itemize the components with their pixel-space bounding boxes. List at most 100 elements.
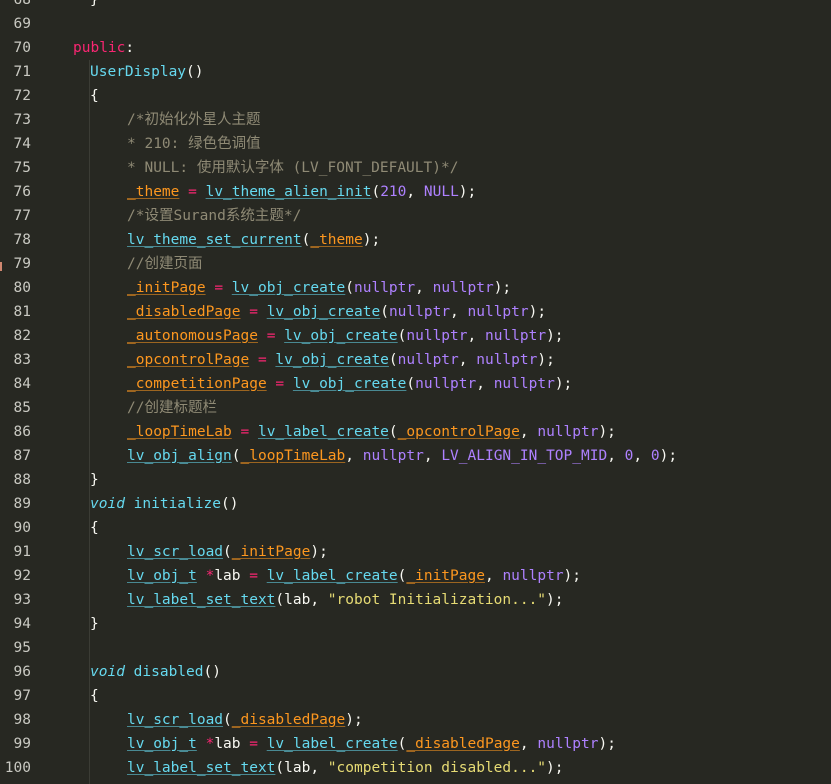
code-line[interactable]: lv_label_set_text(lab, "competition disa… [127, 756, 564, 780]
code-token: ); [493, 280, 512, 296]
code-token: ); [554, 376, 573, 392]
code-line[interactable]: lv_label_set_text(lab, "robot Initializa… [127, 588, 564, 612]
code-token: _opcontrolPage [127, 352, 250, 368]
code-line[interactable]: lv_obj_t *lab = lv_label_create(_disable… [127, 732, 616, 756]
code-token: , [519, 424, 538, 440]
line-number: 96 [13, 664, 31, 680]
code-line[interactable]: _disabledPage = lv_obj_create(nullptr, n… [127, 300, 546, 324]
code-token: = [275, 376, 285, 392]
code-token: ( [380, 304, 389, 320]
line-number: 80 [13, 280, 31, 296]
code-line[interactable]: { [90, 84, 99, 108]
code-token: _theme [310, 232, 363, 248]
code-token: nullptr [537, 424, 599, 440]
code-line[interactable]: _opcontrolPage = lv_obj_create(nullptr, … [127, 348, 555, 372]
code-token: nullptr [432, 280, 494, 296]
code-line[interactable]: /*初始化外星人主题 [127, 108, 260, 132]
code-token: , [467, 328, 485, 344]
code-token: lv_label_set_text [127, 592, 276, 608]
code-line[interactable]: lv_theme_set_current(_theme); [127, 228, 380, 252]
code-token: 210 [380, 184, 407, 200]
code-line[interactable]: { [90, 516, 99, 540]
code-line[interactable]: * NULL: 使用默认字体 (LV_FONT_DEFAULT)*/ [127, 156, 458, 180]
line-number: 73 [13, 112, 31, 128]
code-token: ); [659, 448, 678, 464]
code-line[interactable]: _theme = lv_theme_alien_init(210, NULL); [127, 180, 476, 204]
code-token: lv_theme_alien_init [205, 184, 372, 200]
code-token: _initPage [406, 568, 485, 584]
code-token: //创建页面 [127, 256, 203, 272]
code-editor[interactable]: 68 69 70 71 72 73 74 75 76 77 78 79 80 81 82 83 84 85 86 87… [0, 0, 831, 784]
code-line[interactable]: lv_obj_t *lab = lv_label_create(_initPag… [127, 564, 581, 588]
code-token: lv_label_create [257, 424, 389, 440]
code-token: lv_scr_load [127, 544, 224, 560]
code-token: ); [362, 232, 381, 248]
line-number: 87 [13, 448, 31, 464]
code-line[interactable]: _loopTimeLab = lv_label_create(_opcontro… [127, 420, 616, 444]
code-line[interactable]: public: [73, 36, 134, 60]
code-token: ( [223, 712, 232, 728]
code-token: _disabledPage [231, 712, 346, 728]
line-number: 91 [13, 544, 31, 560]
code-line[interactable]: } [90, 0, 99, 12]
code-token: } [90, 0, 99, 8]
code-token: , [607, 448, 625, 464]
code-area[interactable]: } public: UserDisplay(){/*初始化外星人主题 * 210: 绿… [56, 0, 831, 784]
code-token: = [249, 568, 258, 584]
code-token: * NULL: 使用默认字体 (LV_FONT_DEFAULT)*/ [127, 160, 459, 176]
code-token: ); [563, 568, 582, 584]
code-token: ( [223, 544, 232, 560]
code-line[interactable]: //创建页面 [127, 252, 202, 276]
change-marker [0, 262, 2, 271]
code-token: * [205, 568, 215, 584]
code-token: lab [214, 736, 250, 752]
code-line[interactable]: lv_scr_load(_disabledPage); [127, 708, 363, 732]
code-line[interactable]: { [90, 684, 99, 708]
line-number: 93 [13, 592, 31, 608]
line-number: 92 [13, 568, 31, 584]
code-token: _competitionPage [127, 376, 267, 392]
code-line[interactable]: * 210: 绿色色调值 [127, 132, 261, 156]
code-line[interactable]: void disabled() [90, 660, 221, 684]
code-token: lv_obj_create [266, 304, 381, 320]
code-line[interactable]: //创建标题栏 [127, 396, 217, 420]
code-token: nullptr [397, 352, 459, 368]
code-line[interactable]: _initPage = lv_obj_create(nullptr, nullp… [127, 276, 511, 300]
code-token: lv_label_create [266, 568, 398, 584]
line-number: 98 [13, 712, 31, 728]
code-token: lv_obj_align [127, 448, 232, 464]
code-token: () [186, 64, 204, 80]
code-line[interactable]: } [90, 612, 99, 636]
code-token: nullptr [354, 280, 416, 296]
code-line[interactable]: _competitionPage = lv_obj_create(nullptr… [127, 372, 572, 396]
line-number: 68 [13, 0, 31, 8]
code-token: lv_obj_create [275, 352, 389, 368]
code-token: lv_obj_t [127, 568, 197, 584]
code-line[interactable]: /*设置Surand系统主题*/ [127, 204, 301, 228]
line-number: 83 [13, 352, 31, 368]
code-line[interactable]: void initialize() [90, 492, 238, 516]
code-token: nullptr [362, 448, 424, 464]
code-line[interactable]: _autonomousPage = lv_obj_create(nullptr,… [127, 324, 564, 348]
line-number: 94 [13, 616, 31, 632]
code-token: , [484, 568, 503, 584]
code-line[interactable]: UserDisplay() [90, 60, 204, 84]
code-token: , [345, 448, 363, 464]
code-line[interactable]: lv_scr_load(_initPage); [127, 540, 328, 564]
code-line[interactable]: } [90, 468, 99, 492]
code-token: ); [458, 184, 477, 200]
code-token: _disabledPage [127, 304, 241, 320]
code-token: () [203, 664, 221, 680]
code-line[interactable]: lv_obj_align(_loopTimeLab, nullptr, LV_A… [127, 444, 677, 468]
code-token: LV_ALIGN_IN_TOP_MID [441, 448, 608, 464]
line-number: 86 [13, 424, 31, 440]
code-token: nullptr [476, 352, 538, 368]
code-token: , [476, 376, 494, 392]
code-token: NULL [423, 184, 459, 200]
code-token: //创建标题栏 [127, 400, 217, 416]
